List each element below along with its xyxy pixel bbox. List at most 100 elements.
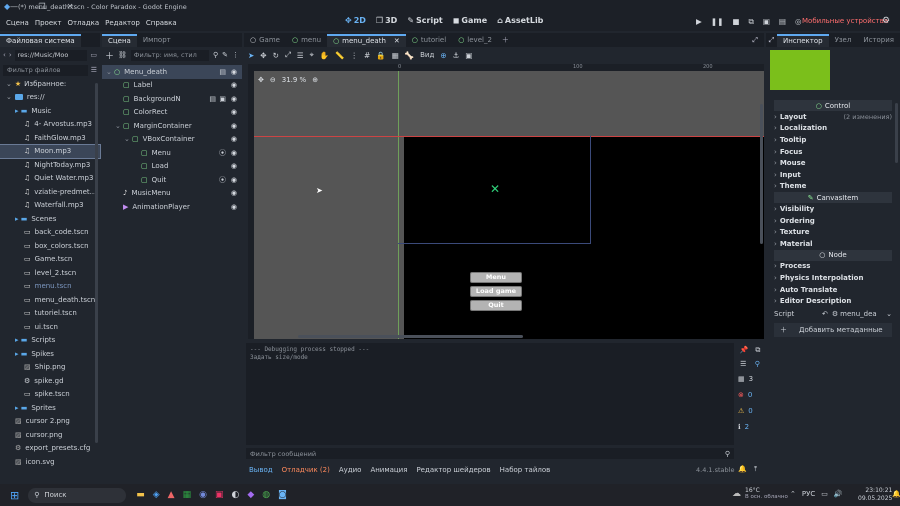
scene-tab[interactable]: ○ level_2 xyxy=(452,34,498,47)
fullscreen-icon[interactable]: ⤢ xyxy=(766,34,777,47)
menu-button-preview[interactable]: Menu xyxy=(470,272,522,283)
script-attach-icon[interactable]: ✎ xyxy=(222,51,228,59)
file-item[interactable]: ♫ Waterfall.mp3 xyxy=(0,199,100,213)
dropdown-icon[interactable]: ⌄ xyxy=(886,310,892,318)
file-item[interactable]: ▨ icon.svg xyxy=(0,455,100,469)
inspector-section[interactable]: › Input xyxy=(770,169,896,181)
tab-inspector[interactable]: Инспектор xyxy=(776,34,829,47)
chevron-up-icon[interactable]: ⌃ xyxy=(790,490,796,498)
steam-icon[interactable]: ◐ xyxy=(231,490,239,500)
zoom-level[interactable]: 31.9 % xyxy=(282,76,306,84)
godot-taskbar-icon[interactable]: ◙ xyxy=(278,490,287,500)
bottom-tab[interactable]: Анимация xyxy=(370,466,407,474)
bottom-tab[interactable]: Отладчик (2) xyxy=(282,466,330,474)
scene-node[interactable]: ♪ MusicMenu ◉ xyxy=(102,187,242,201)
file-item[interactable]: ♫ Moon.mp3 xyxy=(0,143,101,159)
filesystem-scrollbar[interactable] xyxy=(95,83,98,443)
workspace-3d[interactable]: ❒ 3D xyxy=(376,16,397,25)
list-tool-icon[interactable]: ☰ xyxy=(297,51,304,60)
pin-icon[interactable]: 📌 xyxy=(740,346,749,354)
inspector-section[interactable]: › Texture xyxy=(770,226,896,238)
file-item[interactable]: ▨ cursor.png xyxy=(0,428,100,442)
pause-icon[interactable]: ❚❚ xyxy=(711,17,724,27)
workspace-script[interactable]: ✎ Script xyxy=(407,16,442,25)
visibility-eye-icon[interactable]: ◉ xyxy=(231,95,237,103)
file-item[interactable]: ▭ ui.tscn xyxy=(0,320,100,334)
tab-scene[interactable]: Сцена xyxy=(102,34,137,47)
visibility-eye-icon[interactable]: ◉ xyxy=(231,203,237,211)
file-item[interactable]: ▨ cursor 2.png xyxy=(0,415,100,429)
message-filter[interactable]: Фильтр сообщений ⚲ xyxy=(246,448,734,459)
inspector-section[interactable]: › Editor Description xyxy=(770,295,896,307)
forward-icon[interactable]: › xyxy=(9,51,12,59)
tab-node[interactable]: Узел xyxy=(829,34,858,47)
inspector-section[interactable]: › Tooltip xyxy=(770,134,896,146)
inspector-scrollbar[interactable] xyxy=(895,103,898,163)
error-icon[interactable]: ⊗ xyxy=(738,391,744,399)
container-icon[interactable]: ▣ xyxy=(465,51,472,60)
inspector-section[interactable]: › Mouse xyxy=(770,157,896,169)
search-icon[interactable]: ⚲ xyxy=(213,51,218,59)
grid-icon[interactable]: # xyxy=(364,51,370,60)
pivot-gizmo-icon[interactable]: ✕ xyxy=(490,182,500,196)
copy-icon[interactable]: ⧉ xyxy=(755,346,760,355)
bottom-tab[interactable]: Вывод xyxy=(249,466,273,474)
bottom-tab[interactable]: Набор тайлов xyxy=(500,466,551,474)
close-tab-icon[interactable]: ✕ xyxy=(394,37,400,45)
anchor-preset-icon[interactable]: ⚓ xyxy=(453,51,460,60)
signal-icon[interactable]: ⦿ xyxy=(219,148,226,158)
tab-history[interactable]: История xyxy=(857,34,900,47)
visibility-eye-icon[interactable]: ◉ xyxy=(231,108,237,116)
renderer-select[interactable]: Мобильные устройства xyxy=(802,17,888,25)
rotate-tool-icon[interactable]: ↻ xyxy=(273,51,279,60)
folder-item[interactable]: ▸ ▬ Music xyxy=(0,104,100,118)
visibility-eye-icon[interactable]: ◉ xyxy=(231,189,237,197)
view-menu[interactable]: Вид xyxy=(420,51,434,59)
warning-icon[interactable]: ⚠ xyxy=(738,407,744,415)
file-item[interactable]: ▭ menu_death.tscn xyxy=(0,293,100,307)
visibility-eye-icon[interactable]: ◉ xyxy=(231,149,237,157)
discord-icon[interactable]: ◉ xyxy=(199,490,207,500)
group-icon[interactable]: ▦ xyxy=(392,51,399,60)
tab-import[interactable]: Импорт xyxy=(137,34,177,47)
pan-icon[interactable]: ✥ xyxy=(258,76,264,84)
message-filter-input[interactable]: Фильтр сообщений xyxy=(250,450,316,458)
scene-node[interactable]: ▢ Quit ⦿ ◉ xyxy=(102,173,242,187)
file-item[interactable]: ▭ back_code.tscn xyxy=(0,226,100,240)
file-item[interactable]: ▭ Game.tscn xyxy=(0,253,100,267)
bottom-tab[interactable]: Аудио xyxy=(339,466,362,474)
file-item[interactable]: ♫ 4- Arvostus.mp3 xyxy=(0,118,100,132)
inspector-section[interactable]: › Ordering xyxy=(770,215,896,227)
lock-icon[interactable]: 🔒 xyxy=(376,51,385,60)
menu-project[interactable]: Проект xyxy=(35,19,62,27)
select-tool-icon[interactable]: ➤ xyxy=(248,51,254,60)
visibility-eye-icon[interactable]: ◉ xyxy=(231,68,237,76)
file-item[interactable]: ▭ menu.tscn xyxy=(0,280,100,294)
app-icon[interactable]: ▣ xyxy=(215,490,224,500)
path-field[interactable]: res://Music/Moo xyxy=(14,49,88,61)
menu-debug[interactable]: Отладка xyxy=(67,19,99,27)
add-scene-tab-icon[interactable]: ＋ xyxy=(502,34,509,47)
bone-icon[interactable]: 🦴 xyxy=(405,51,414,60)
lang-indicator[interactable]: РУС xyxy=(802,490,815,498)
viewport[interactable]: 0 100 200 ✥ ⊖ 31.9 % ⊕ ✕ ➤ Menu Load gam… xyxy=(248,64,764,339)
menu-help[interactable]: Справка xyxy=(146,19,177,27)
zoom-in-icon[interactable]: ⊕ xyxy=(312,76,318,84)
instance-icon[interactable]: ▤ xyxy=(209,95,216,103)
excel-icon[interactable]: ▦ xyxy=(183,490,192,500)
notifications-icon[interactable]: 🔔 xyxy=(738,465,747,473)
network-icon[interactable]: ▭ xyxy=(821,490,828,498)
v-scrollbar[interactable] xyxy=(760,104,763,244)
sort-icon[interactable]: ☰ xyxy=(91,66,97,74)
tab-filesystem[interactable]: Файловая система xyxy=(0,34,81,47)
workspace-2d[interactable]: ✥ 2D xyxy=(345,16,366,25)
weather-widget[interactable]: ☁ 16°C В осн. облачно xyxy=(732,487,788,501)
signal-icon[interactable]: ⦿ xyxy=(219,175,226,185)
file-item[interactable]: ⚙ export_presets.cfg xyxy=(0,442,100,456)
workspace-game[interactable]: ◼ Game xyxy=(453,16,487,25)
all-messages-icon[interactable]: ▦ xyxy=(738,375,745,383)
menu-scene[interactable]: Сцена xyxy=(6,19,29,27)
link-icon[interactable]: ⛓ xyxy=(118,51,127,59)
inspector-section[interactable]: › Process xyxy=(770,261,896,273)
file-item[interactable]: ▭ level_2.tscn xyxy=(0,266,100,280)
